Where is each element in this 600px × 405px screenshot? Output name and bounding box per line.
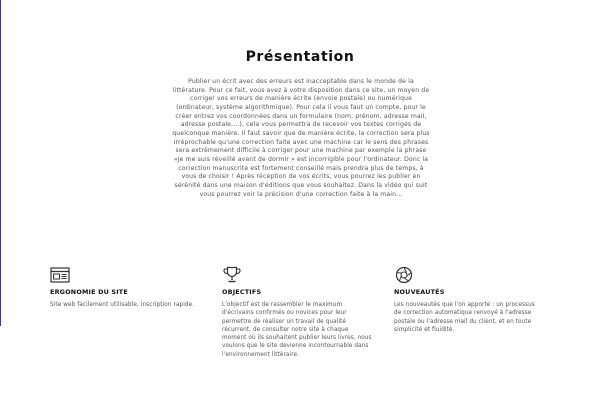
feature-objectifs: OBJECTIFS L'objectif est de rassembler l…: [222, 266, 372, 359]
feature-text: L'objectif est de rassembler le maximum …: [222, 302, 372, 358]
browser-window-icon: [50, 267, 70, 283]
feature-text: Les nouveautés que l'on apporte : un pro…: [394, 302, 535, 333]
feature-nouveautes: NOUVEAUTÉS Les nouveautés que l'on appor…: [394, 266, 544, 334]
feature-title: NOUVEAUTÉS: [394, 288, 445, 296]
feature-text: Site web facilement utilisable, inscript…: [50, 302, 195, 308]
feature-title: OBJECTIFS: [222, 288, 262, 296]
feature-title: ERGONOMIE DU SITE: [50, 288, 128, 296]
page-title: Présentation: [245, 49, 355, 66]
aperture-icon: [395, 266, 413, 284]
presentation-text: Publier un écrit avec des erreurs est in…: [172, 78, 430, 198]
trophy-icon: [223, 266, 241, 283]
feature-ergonomie: ERGONOMIE DU SITE Site web facilement ut…: [50, 266, 200, 309]
